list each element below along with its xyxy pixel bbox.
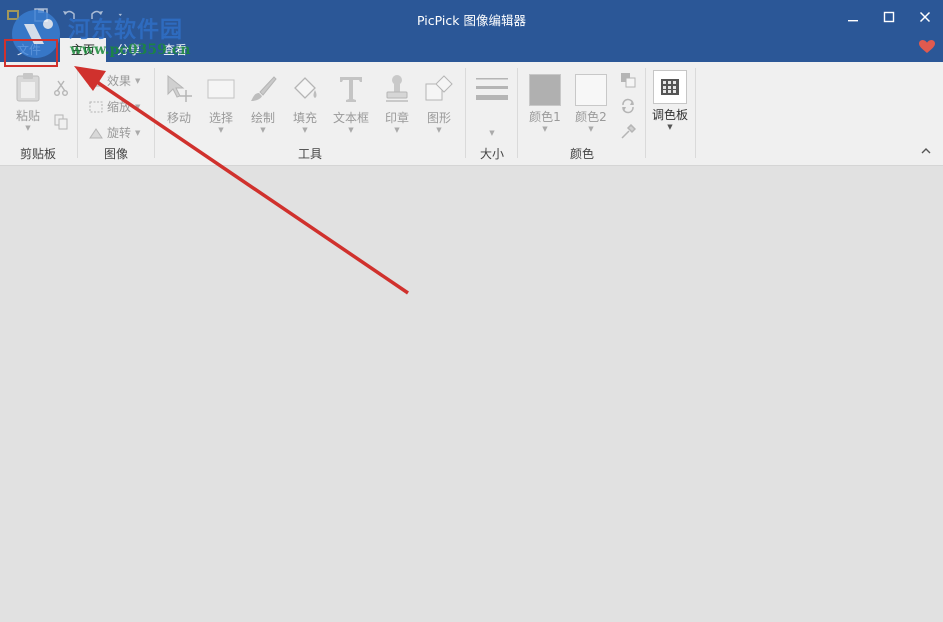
copy-icon[interactable] bbox=[54, 114, 68, 130]
size-group: ▼ 大小 bbox=[466, 66, 518, 164]
select-label: 选择 bbox=[208, 111, 233, 125]
ribbon: 粘贴 ▼ 剪贴板 效果 ▼ 缩放 ▼ 旋转 ▼ 图像 移动 选择 ▼ 绘制 ▼ … bbox=[0, 62, 943, 166]
tools-group-label: 工具 bbox=[297, 147, 322, 161]
chevron-down-icon: ▼ bbox=[260, 126, 266, 134]
move-label: 移动 bbox=[166, 111, 191, 125]
chevron-down-icon: ▼ bbox=[667, 123, 673, 131]
cut-icon[interactable] bbox=[54, 80, 68, 96]
resize-label: 缩放 bbox=[107, 100, 132, 114]
palette-button[interactable]: 调色板 ▼ bbox=[648, 70, 692, 131]
move-tool[interactable]: 移动 bbox=[161, 74, 197, 126]
stamp-tool[interactable]: 印章 ▼ bbox=[379, 74, 415, 134]
close-icon bbox=[919, 11, 931, 23]
maximize-button[interactable] bbox=[871, 0, 907, 34]
eyedropper-icon[interactable] bbox=[620, 124, 636, 140]
group-divider bbox=[645, 68, 646, 158]
size-button[interactable]: ▼ bbox=[474, 76, 510, 137]
chevron-down-icon: ▼ bbox=[348, 126, 354, 134]
resize-button[interactable]: 缩放 ▼ bbox=[88, 98, 140, 115]
effects-label: 效果 bbox=[107, 74, 132, 88]
tools-group: 移动 选择 ▼ 绘制 ▼ 填充 ▼ 文本框 ▼ 印章 ▼ 图形 ▼ 工具 bbox=[155, 66, 465, 164]
chevron-down-icon: ▼ bbox=[394, 126, 400, 134]
rotate-icon bbox=[89, 127, 103, 138]
color2-button[interactable]: 颜色2 ▼ bbox=[572, 74, 610, 133]
canvas-area[interactable] bbox=[0, 166, 943, 622]
chevron-down-icon: ▼ bbox=[135, 102, 141, 111]
clipboard-icon bbox=[16, 73, 40, 102]
chevron-down-icon: ▼ bbox=[135, 128, 141, 137]
window-controls bbox=[835, 0, 943, 34]
chevron-down-icon: ▼ bbox=[588, 125, 594, 133]
resize-icon bbox=[89, 101, 103, 112]
fill-label: 填充 bbox=[292, 111, 317, 125]
line-weight-icon bbox=[476, 78, 508, 100]
size-group-label: 大小 bbox=[479, 147, 504, 161]
select-icon bbox=[207, 79, 235, 99]
draw-tool[interactable]: 绘制 ▼ bbox=[245, 74, 281, 134]
swap-colors-icon[interactable] bbox=[620, 98, 636, 114]
clipboard-group-label: 剪贴板 bbox=[19, 147, 56, 161]
chevron-down-icon: ▼ bbox=[489, 129, 495, 137]
move-icon bbox=[167, 74, 192, 102]
palette-grid-icon bbox=[661, 79, 679, 95]
close-button[interactable] bbox=[907, 0, 943, 34]
rotate-label: 旋转 bbox=[107, 126, 132, 140]
image-group: 效果 ▼ 缩放 ▼ 旋转 ▼ 图像 bbox=[78, 66, 154, 164]
color1-label: 颜色1 bbox=[529, 110, 561, 124]
chevron-down-icon: ▼ bbox=[542, 125, 548, 133]
colors-group: 颜色1 ▼ 颜色2 ▼ 颜色 bbox=[518, 66, 646, 164]
chevron-down-icon: ▼ bbox=[25, 124, 31, 132]
shapes-icon bbox=[425, 75, 453, 101]
textbox-label: 文本框 bbox=[332, 111, 369, 125]
paste-label: 粘贴 bbox=[15, 109, 40, 123]
chevron-down-icon: ▼ bbox=[436, 126, 442, 134]
draw-label: 绘制 bbox=[250, 111, 275, 125]
chevron-up-icon bbox=[921, 148, 931, 154]
watermark-text: 河东软件园 bbox=[68, 17, 184, 43]
maximize-icon bbox=[883, 11, 895, 23]
watermark-url: www.pc0359.cn bbox=[70, 42, 191, 58]
stamp-label: 印章 bbox=[384, 111, 409, 125]
highlight-box bbox=[4, 39, 58, 67]
heart-icon[interactable] bbox=[919, 40, 935, 54]
chevron-down-icon: ▼ bbox=[302, 126, 308, 134]
chevron-down-icon: ▼ bbox=[218, 126, 224, 134]
collapse-ribbon-button[interactable] bbox=[921, 146, 931, 157]
stamp-icon bbox=[386, 75, 408, 102]
group-divider bbox=[695, 68, 696, 158]
palette-label: 调色板 bbox=[651, 108, 688, 122]
brush-icon bbox=[251, 76, 277, 101]
palette-icon bbox=[653, 70, 687, 104]
effects-icon bbox=[88, 74, 104, 87]
effects-button[interactable]: 效果 ▼ bbox=[88, 72, 140, 89]
clipboard-group: 粘贴 ▼ 剪贴板 bbox=[0, 66, 76, 164]
chevron-down-icon: ▼ bbox=[135, 76, 141, 85]
color2-label: 颜色2 bbox=[575, 110, 607, 124]
reset-colors-icon[interactable] bbox=[620, 72, 636, 88]
textbox-tool[interactable]: 文本框 ▼ bbox=[329, 74, 373, 134]
paint-bucket-icon bbox=[294, 77, 317, 99]
text-icon bbox=[340, 77, 362, 102]
colors-group-label: 颜色 bbox=[569, 147, 594, 161]
fill-tool[interactable]: 填充 ▼ bbox=[287, 74, 323, 134]
rotate-button[interactable]: 旋转 ▼ bbox=[88, 124, 140, 141]
minimize-button[interactable] bbox=[835, 0, 871, 34]
select-tool[interactable]: 选择 ▼ bbox=[203, 74, 239, 134]
shape-tool[interactable]: 图形 ▼ bbox=[421, 74, 457, 134]
color1-button[interactable]: 颜色1 ▼ bbox=[526, 74, 564, 133]
shape-label: 图形 bbox=[426, 111, 451, 125]
paste-button[interactable]: 粘贴 ▼ bbox=[8, 72, 48, 132]
image-group-label: 图像 bbox=[103, 147, 128, 161]
color1-swatch bbox=[529, 74, 561, 106]
minimize-icon bbox=[848, 20, 858, 22]
color2-swatch bbox=[575, 74, 607, 106]
